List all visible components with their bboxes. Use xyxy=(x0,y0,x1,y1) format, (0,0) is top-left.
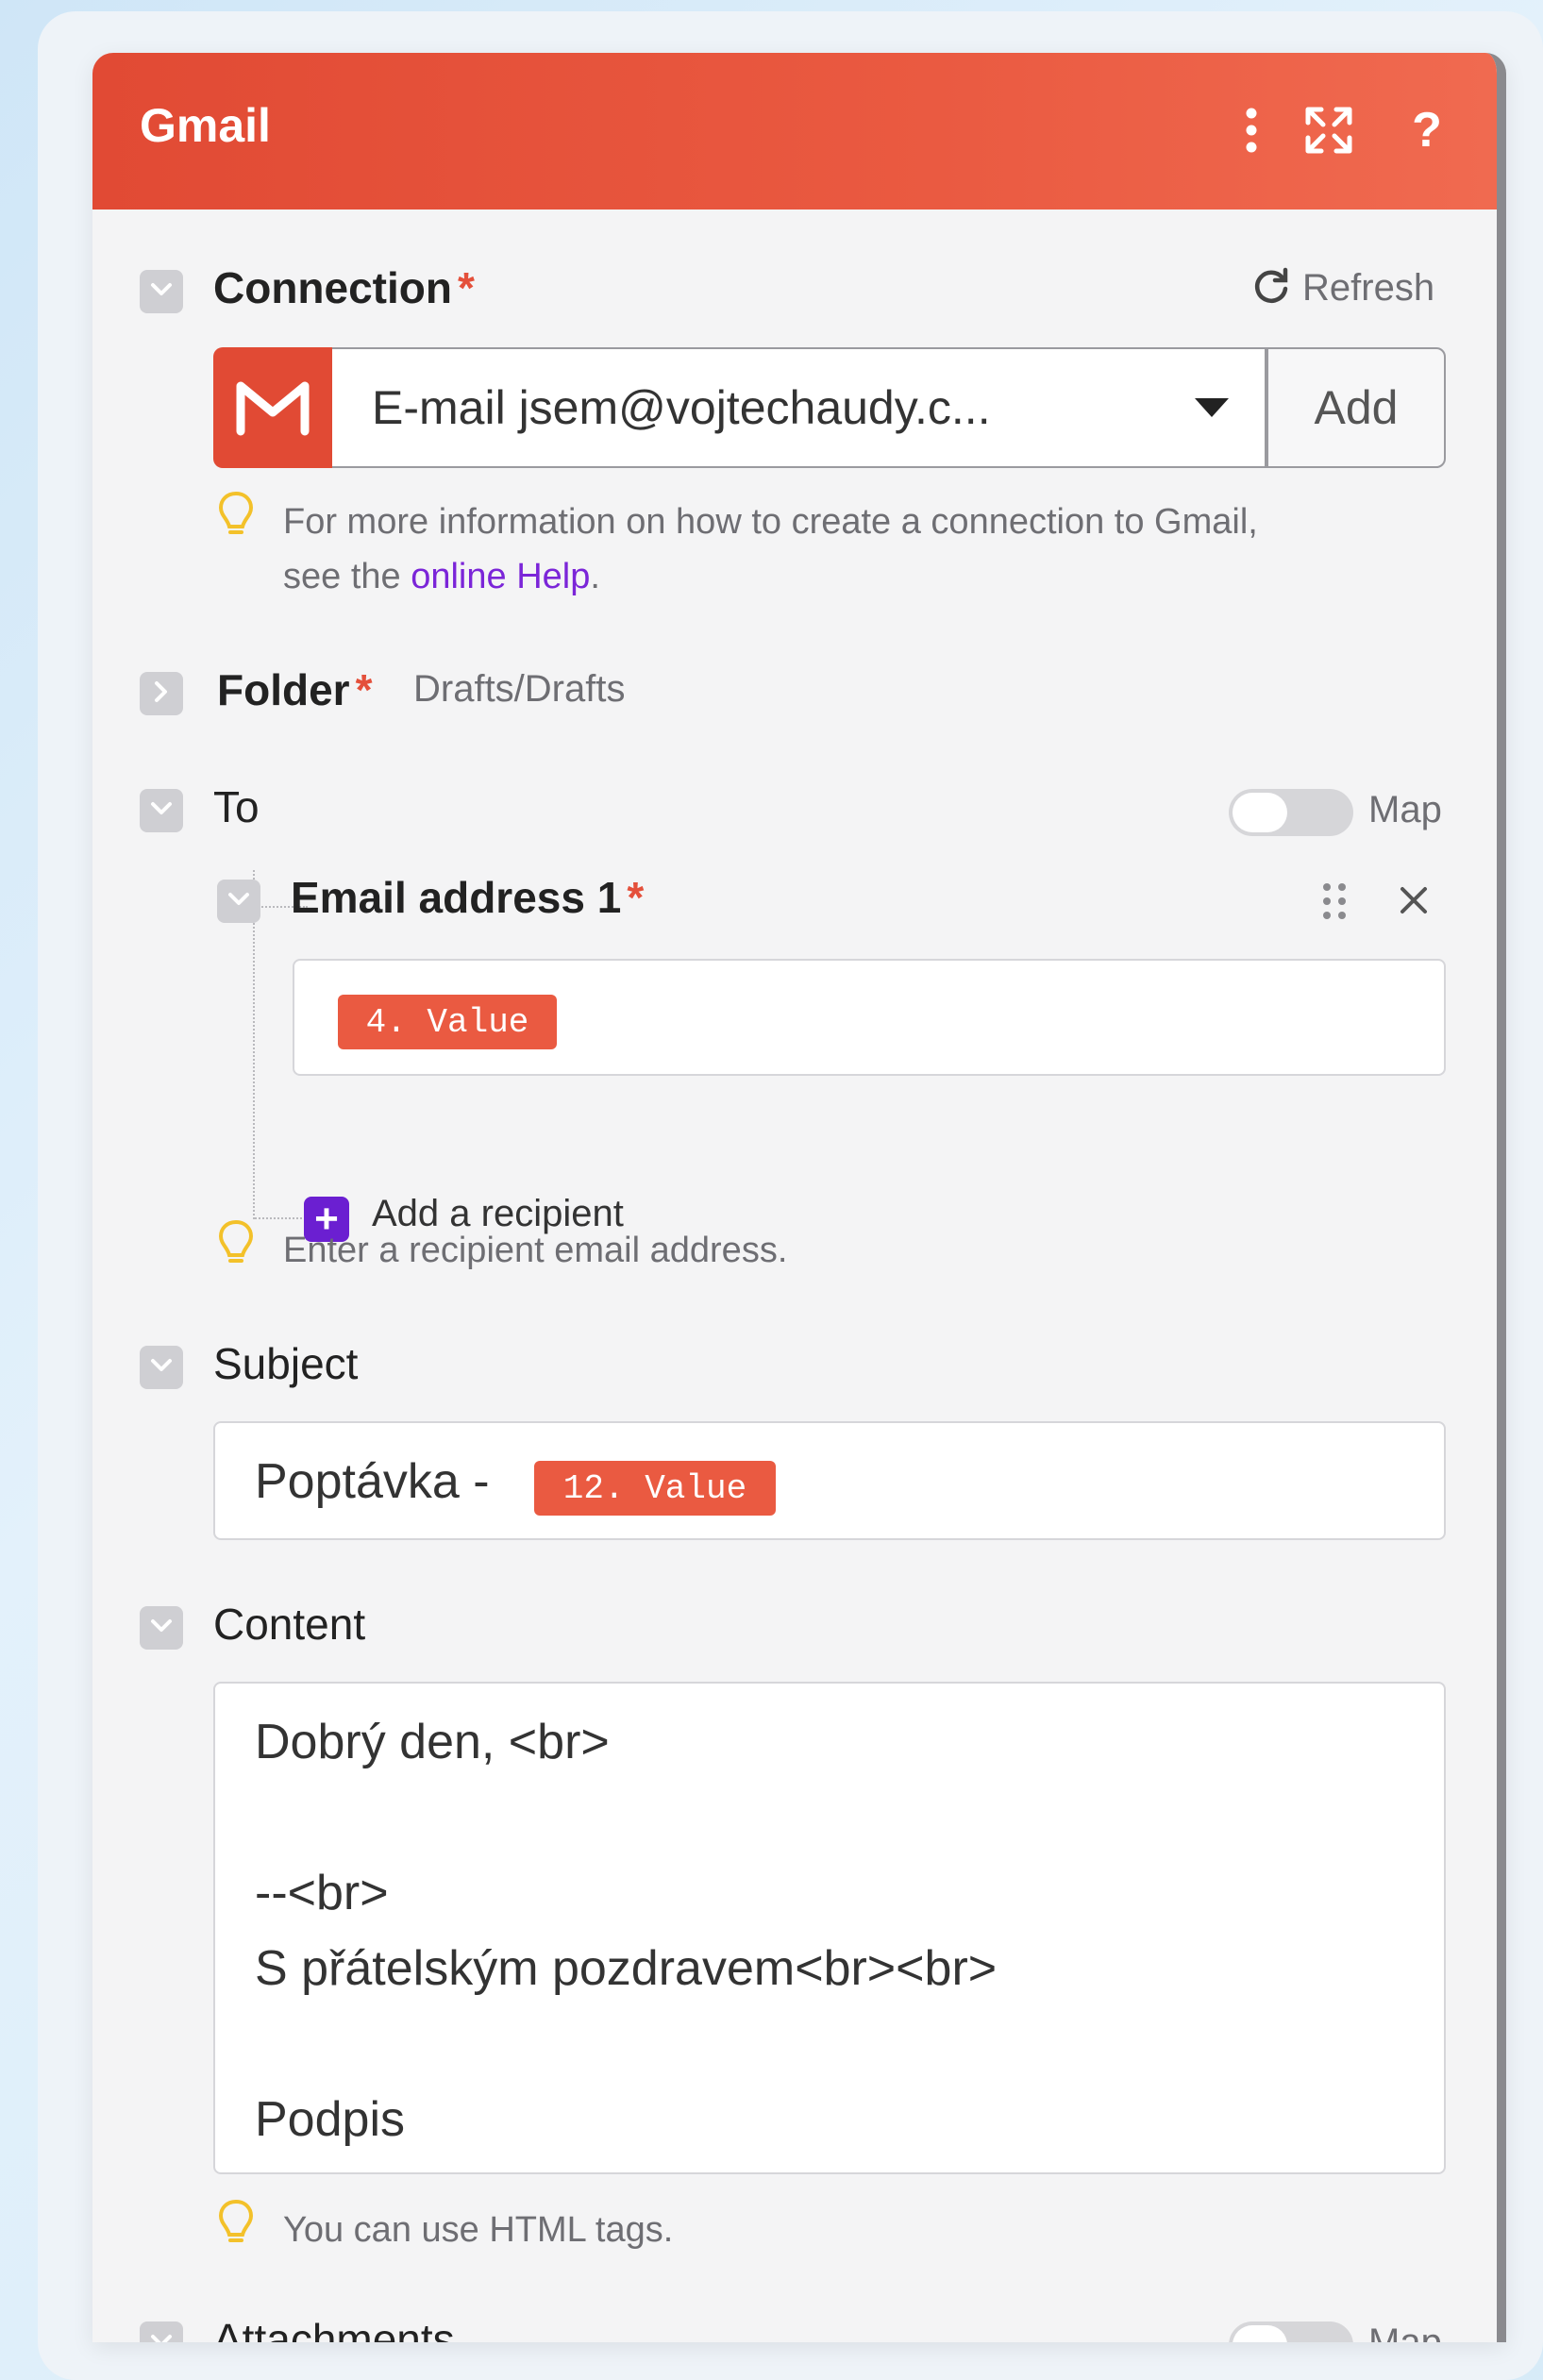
to-map-label: Map xyxy=(1368,789,1442,830)
chevron-down-icon xyxy=(227,892,250,912)
chevron-right-icon xyxy=(154,680,169,708)
lightbulb-icon xyxy=(218,1219,254,1263)
attachments-collapse-toggle[interactable] xyxy=(140,2321,183,2342)
attachments-map-label: Map xyxy=(1368,2321,1442,2342)
remove-recipient-icon[interactable] xyxy=(1399,885,1429,915)
subject-label: Subject xyxy=(213,1339,359,1388)
caret-down-icon xyxy=(1195,398,1229,417)
chevron-down-icon xyxy=(150,1358,173,1378)
to-collapse-toggle[interactable] xyxy=(140,789,183,832)
email-address-input[interactable]: 4. Value xyxy=(293,959,1446,1076)
to-map-toggle[interactable] xyxy=(1229,789,1353,836)
module-header: Gmail ? xyxy=(92,53,1497,210)
folder-expand-toggle[interactable] xyxy=(140,672,183,715)
module-title: Gmail xyxy=(140,99,271,152)
lightbulb-icon xyxy=(218,491,254,534)
gmail-module-panel: Gmail ? Connection * Refresh E-mail jsem… xyxy=(92,53,1506,2342)
value-token[interactable]: 12. Value xyxy=(534,1461,776,1516)
refresh-button[interactable]: Refresh xyxy=(1251,266,1434,310)
subject-input[interactable]: Poptávka - 12. Value xyxy=(213,1421,1446,1540)
connection-select[interactable]: E-mail jsem@vojtechaudy.c... xyxy=(332,347,1266,468)
email-address-label: Email address 1 * xyxy=(291,873,645,922)
gmail-logo-icon xyxy=(213,347,332,468)
add-connection-button[interactable]: Add xyxy=(1266,347,1446,468)
subject-text: Poptávka - xyxy=(255,1454,490,1509)
content-collapse-toggle[interactable] xyxy=(140,1606,183,1650)
content-textarea[interactable]: Dobrý den, <br> --<br> S přátelským pozd… xyxy=(213,1682,1446,2174)
chevron-down-icon xyxy=(150,1618,173,1638)
content-line: Dobrý den, <br> xyxy=(255,1715,610,1769)
help-icon[interactable]: ? xyxy=(1399,102,1455,159)
attachments-label: Attachments xyxy=(213,2315,455,2342)
content-hint: You can use HTML tags. xyxy=(283,2210,674,2250)
chevron-down-icon xyxy=(150,2334,173,2342)
connection-collapse-toggle[interactable] xyxy=(140,270,183,313)
lightbulb-icon xyxy=(218,2199,254,2242)
email-address-collapse-toggle[interactable] xyxy=(217,880,260,923)
folder-value[interactable]: Drafts/Drafts xyxy=(413,668,625,711)
recipient-hint: Enter a recipient email address. xyxy=(283,1231,788,1270)
value-token[interactable]: 4. Value xyxy=(338,995,557,1049)
subject-collapse-toggle[interactable] xyxy=(140,1346,183,1389)
content-label: Content xyxy=(213,1600,366,1649)
connection-hint: For more information on how to create a … xyxy=(283,502,1258,596)
close-icon[interactable] xyxy=(1497,102,1506,159)
connection-select-value: E-mail jsem@vojtechaudy.c... xyxy=(372,381,991,434)
attachments-map-toggle[interactable] xyxy=(1229,2321,1353,2342)
chevron-down-icon xyxy=(150,801,173,821)
more-vertical-icon[interactable] xyxy=(1223,102,1280,159)
connection-selector: E-mail jsem@vojtechaudy.c... Add xyxy=(213,347,1446,468)
drag-handle-icon[interactable] xyxy=(1321,881,1348,921)
content-line: S přátelským pozdravem<br><br> xyxy=(255,1941,998,1996)
folder-label: Folder * xyxy=(217,665,373,714)
refresh-icon xyxy=(1251,266,1291,310)
expand-icon[interactable] xyxy=(1300,102,1357,159)
content-line: Podpis xyxy=(255,2092,405,2147)
chevron-down-icon xyxy=(150,282,173,302)
to-label: To xyxy=(213,782,260,831)
content-line: --<br> xyxy=(255,1866,389,1920)
connection-label: Connection * xyxy=(213,263,475,312)
online-help-link[interactable]: online Help xyxy=(411,557,590,596)
